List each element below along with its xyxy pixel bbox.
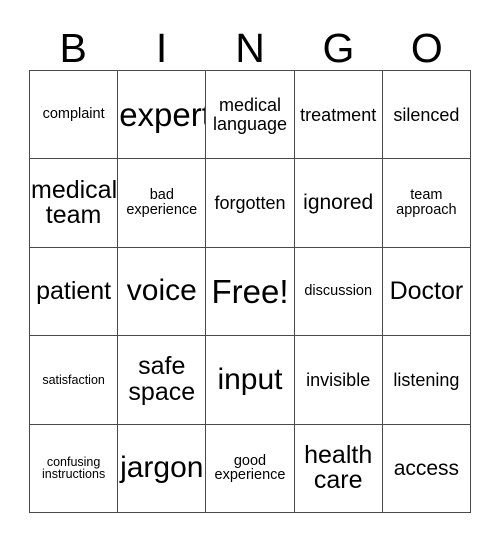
bingo-cell-b5[interactable]: confusing instructions — [30, 424, 119, 513]
bingo-cell-free-space[interactable]: Free! — [206, 247, 295, 337]
header-letter-g: G — [322, 25, 355, 71]
bingo-cell-label: forgotten — [214, 192, 286, 213]
bingo-cell-g3[interactable]: discussion — [294, 247, 383, 337]
bingo-cell-b3[interactable]: patient — [30, 247, 119, 337]
bingo-cell-label: listening — [393, 369, 460, 390]
bingo-free-space-label: Free! — [211, 272, 289, 310]
bingo-cell-i2[interactable]: bad experience — [118, 159, 207, 248]
bingo-cell-label: discussion — [304, 283, 373, 300]
bingo-grid: complaint expert medical language treatm… — [29, 70, 471, 513]
bingo-cell-label: Doctor — [389, 276, 464, 305]
header-letter-o: O — [410, 25, 443, 71]
bingo-cell-label: expert — [119, 95, 207, 133]
bingo-cell-n4[interactable]: input — [206, 336, 295, 425]
bingo-cell-o3[interactable]: Doctor — [382, 247, 471, 337]
bingo-cell-label: complaint — [42, 106, 105, 123]
bingo-cell-label: treatment — [300, 104, 377, 125]
bingo-cell-label: voice — [126, 274, 197, 308]
bingo-cell-label: medical team — [31, 175, 118, 230]
bingo-cell-label: team approach — [396, 187, 457, 219]
bingo-card: B I N G O complaint expert medical langu… — [0, 0, 500, 544]
header-letter-b: B — [59, 25, 87, 71]
bingo-cell-label: health care — [304, 440, 373, 495]
bingo-cell-b1[interactable]: complaint — [30, 71, 119, 160]
bingo-cell-o5[interactable]: access — [382, 424, 471, 513]
bingo-cell-label: satisfaction — [42, 372, 105, 387]
bingo-cell-o4[interactable]: listening — [382, 336, 471, 425]
bingo-cell-n1[interactable]: medical language — [206, 71, 295, 160]
bingo-cell-g2[interactable]: ignored — [294, 159, 383, 248]
bingo-cell-label: silenced — [393, 104, 460, 125]
bingo-cell-label: patient — [36, 276, 112, 305]
bingo-cell-i3[interactable]: voice — [118, 247, 207, 337]
bingo-cell-i1[interactable]: expert — [118, 71, 207, 160]
header-letter-n: N — [235, 25, 265, 71]
bingo-cell-label: good experience — [214, 452, 286, 484]
bingo-cell-label: medical language — [212, 95, 288, 134]
bingo-cell-b2[interactable]: medical team — [30, 159, 119, 248]
bingo-cell-label: ignored — [303, 191, 374, 215]
bingo-cell-g5[interactable]: health care — [294, 424, 383, 513]
header-letter-i: I — [155, 25, 168, 71]
bingo-cell-o1[interactable]: silenced — [382, 71, 471, 160]
bingo-header-row: B I N G O — [29, 16, 471, 70]
bingo-cell-g1[interactable]: treatment — [294, 71, 383, 160]
bingo-cell-o2[interactable]: team approach — [382, 159, 471, 248]
bingo-cell-label: bad experience — [126, 187, 198, 219]
bingo-cell-label: confusing instructions — [41, 454, 106, 482]
bingo-cell-b4[interactable]: satisfaction — [30, 336, 119, 425]
bingo-cell-label: access — [393, 456, 460, 480]
bingo-cell-label: safe space — [128, 352, 196, 406]
bingo-cell-i4[interactable]: safe space — [118, 336, 207, 425]
bingo-cell-i5[interactable]: jargon — [118, 424, 207, 513]
bingo-cell-label: jargon — [120, 451, 204, 484]
bingo-cell-g4[interactable]: invisible — [294, 336, 383, 425]
bingo-cell-label: invisible — [306, 369, 371, 390]
bingo-cell-n2[interactable]: forgotten — [206, 159, 295, 248]
bingo-cell-label: input — [217, 362, 283, 396]
bingo-cell-n5[interactable]: good experience — [206, 424, 295, 513]
